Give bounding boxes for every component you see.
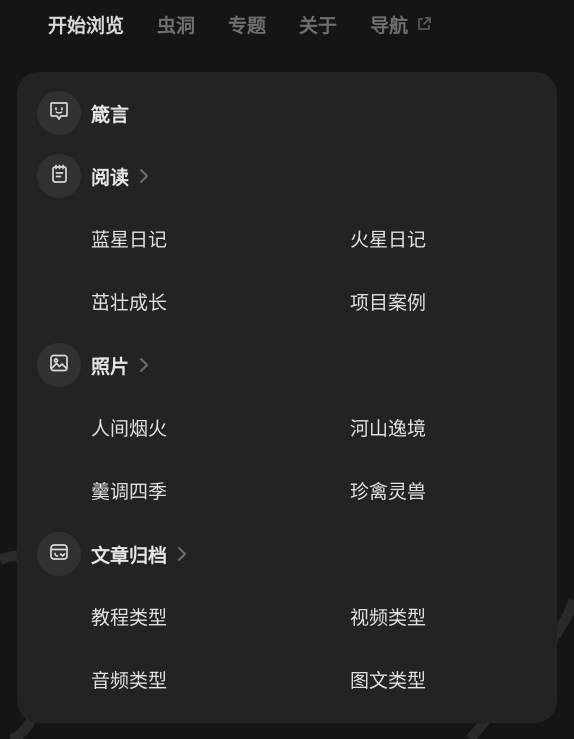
- external-link-icon: [416, 16, 432, 32]
- quote-bubble-icon: [48, 100, 70, 126]
- nav-topics[interactable]: 专题: [228, 11, 266, 38]
- nav-navigation[interactable]: 导航: [370, 11, 432, 38]
- menu-group-reading-label: 阅读: [91, 166, 130, 189]
- menu-group-motto[interactable]: 箴言: [37, 91, 129, 135]
- nav-navigation-label: 导航: [370, 14, 409, 37]
- menu-item-video-type[interactable]: 视频类型: [350, 604, 426, 632]
- image-icon: [48, 352, 70, 378]
- chevron-right-icon: [139, 357, 149, 373]
- nav-wormhole-label: 虫洞: [157, 14, 196, 37]
- nav-wormhole[interactable]: 虫洞: [157, 11, 195, 38]
- nav-topics-label: 专题: [228, 14, 267, 37]
- menu-item-birds-beasts[interactable]: 珍禽灵兽: [350, 478, 426, 506]
- menu-group-photos-label: 照片: [91, 355, 130, 378]
- nav-about[interactable]: 关于: [299, 11, 337, 38]
- menu-item-blue-star-diary[interactable]: 蓝星日记: [91, 226, 167, 254]
- menu-item-tutorial-type[interactable]: 教程类型: [91, 604, 167, 632]
- photos-icon-wrap: [37, 343, 81, 387]
- menu-item-human-world[interactable]: 人间烟火: [91, 415, 167, 443]
- menu-item-four-seasons[interactable]: 羹调四季: [91, 478, 167, 506]
- nav-start-browsing-label: 开始浏览: [48, 14, 125, 37]
- menu-item-mountains-rivers[interactable]: 河山逸境: [350, 415, 426, 443]
- dropdown-panel: 箴言 阅读 蓝星日记 火星日记 茁壮成长 项目案例 照片 人间烟火 河山逸境 羹…: [17, 72, 557, 723]
- chevron-right-icon: [139, 168, 149, 184]
- top-navigation: 开始浏览 虫洞 专题 关于 导航: [0, 0, 574, 48]
- archive-box-icon: [48, 541, 70, 567]
- motto-icon-wrap: [37, 91, 81, 135]
- menu-item-mars-diary[interactable]: 火星日记: [350, 226, 426, 254]
- reading-icon-wrap: [37, 154, 81, 198]
- nav-about-label: 关于: [299, 14, 338, 37]
- menu-item-audio-type[interactable]: 音频类型: [91, 667, 167, 695]
- notebook-icon: [48, 163, 70, 189]
- menu-item-image-text-type[interactable]: 图文类型: [350, 667, 426, 695]
- menu-item-project-cases[interactable]: 项目案例: [350, 289, 426, 317]
- chevron-right-icon: [177, 546, 187, 562]
- nav-start-browsing[interactable]: 开始浏览: [48, 11, 124, 38]
- menu-group-archive-label: 文章归档: [91, 544, 168, 567]
- menu-group-reading[interactable]: 阅读: [37, 154, 149, 198]
- archive-icon-wrap: [37, 532, 81, 576]
- menu-item-growing-strong[interactable]: 茁壮成长: [91, 289, 167, 317]
- menu-group-photos[interactable]: 照片: [37, 343, 149, 387]
- menu-group-motto-label: 箴言: [91, 103, 130, 126]
- menu-group-archive[interactable]: 文章归档: [37, 532, 187, 576]
